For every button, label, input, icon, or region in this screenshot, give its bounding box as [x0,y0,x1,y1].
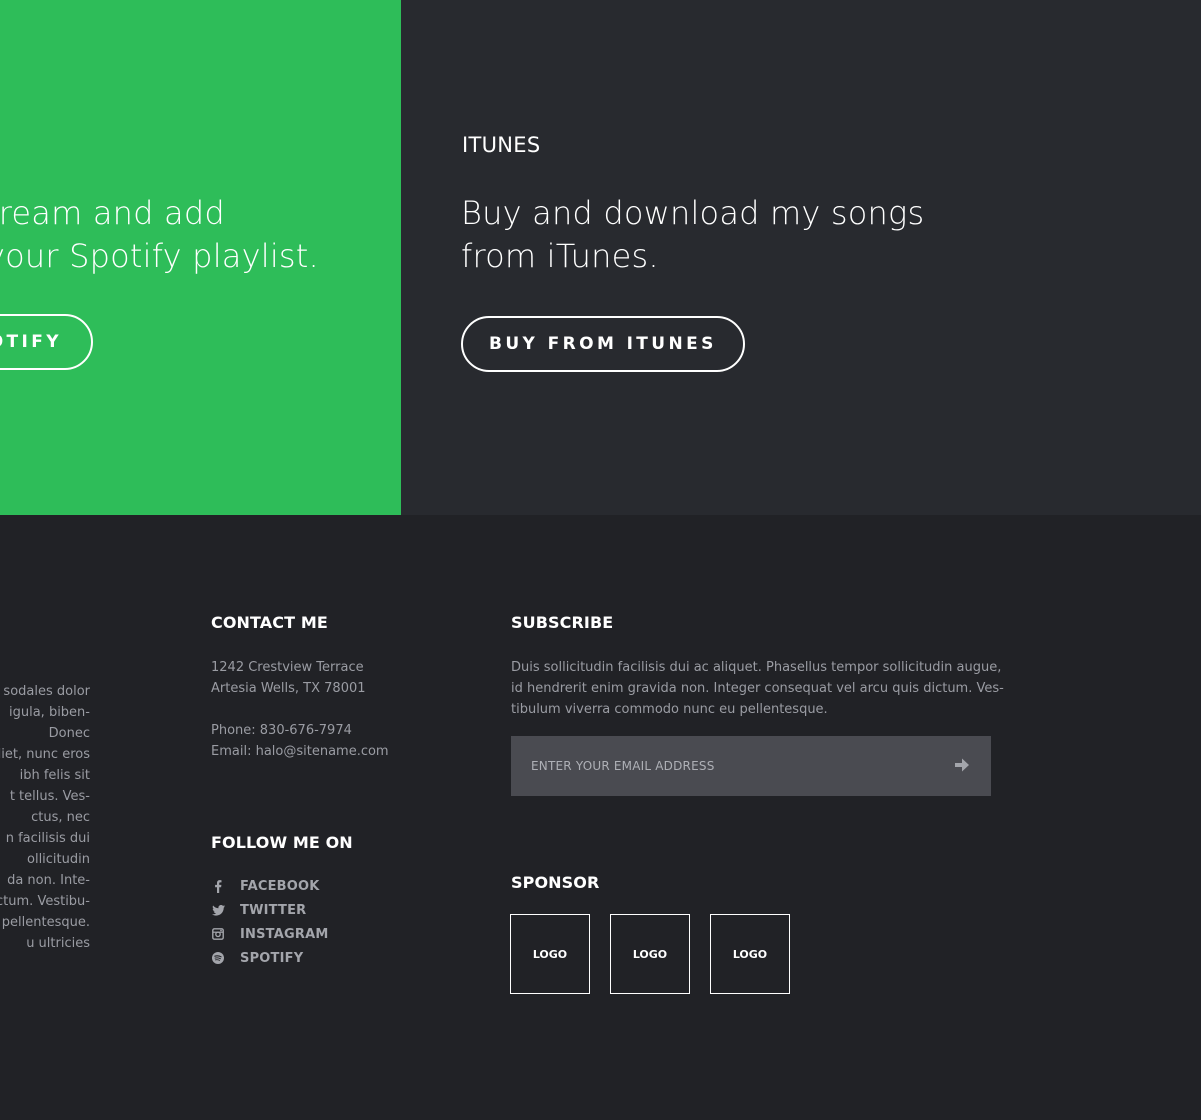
sponsor-logo[interactable]: LOGO [610,914,690,994]
itunes-heading: ITUNES [462,133,541,157]
itunes-description: Buy and download my songs from iTunes. [461,192,924,278]
subscribe-description-line: id hendrerit enim gravida non. Integer c… [511,681,1004,696]
about-line: sodales dolor [3,684,90,699]
itunes-panel: ITUNES Buy and download my songs from iT… [401,0,1201,515]
contact-address-line1: 1242 Crestview Terrace [211,660,364,675]
social-link-twitter[interactable]: TWITTER [211,898,306,922]
social-link-spotify[interactable]: SPOTIFY [211,946,303,970]
about-line: igula, biben- [9,705,90,720]
contact-email[interactable]: Email: halo@sitename.com [211,741,389,762]
subscribe-description-line: Duis sollicitudin facilisis dui ac aliqu… [511,660,1002,675]
instagram-icon [211,927,225,941]
sponsor-heading: SPONSOR [511,873,600,892]
spotify-panel: tream and add your Spotify playlist. OTI… [0,0,401,515]
spotify-description-line: your Spotify playlist. [0,237,319,275]
listen-on-spotify-button[interactable]: OTIFY [0,314,93,370]
about-line: pellentesque. [1,915,90,930]
about-line: diet, nunc eros [0,747,90,762]
email-input[interactable] [511,736,931,796]
spotify-description: tream and add your Spotify playlist. [0,192,319,278]
social-link-instagram[interactable]: INSTAGRAM [211,922,328,946]
social-link-facebook[interactable]: FACEBOOK [211,874,320,898]
about-line: n facilisis dui [5,831,90,846]
subscribe-form [511,736,991,796]
spotify-description-line: tream and add [0,194,225,232]
arrow-right-icon[interactable] [953,756,975,776]
twitter-icon [211,903,225,917]
about-line: ibh felis sit [19,768,90,783]
sponsor-logo[interactable]: LOGO [510,914,590,994]
about-line: ctus, nec [31,810,90,825]
social-label: INSTAGRAM [240,926,329,942]
buy-from-itunes-button[interactable]: BUY FROM ITUNES [461,316,745,372]
subscribe-heading: SUBSCRIBE [511,613,614,632]
sponsor-logo[interactable]: LOGO [710,914,790,994]
facebook-icon [211,879,225,893]
subscribe-description-line: tibulum viverra commodo nunc eu pellente… [511,702,828,717]
about-line: u ultricies [26,936,90,951]
footer: sodales dolor igula, biben- Donec diet, … [0,515,1201,1120]
music-platforms-section: tream and add your Spotify playlist. OTI… [0,0,1201,515]
about-text: sodales dolor igula, biben- Donec diet, … [0,681,90,954]
itunes-description-line: from iTunes. [461,237,659,275]
about-line: t tellus. Ves- [9,789,90,804]
subscribe-description: Duis sollicitudin facilisis dui ac aliqu… [511,657,1004,720]
about-line: ctum. Vestibu- [0,894,90,909]
itunes-description-line: Buy and download my songs [461,194,925,232]
about-line: ollicitudin [27,852,90,867]
contact-address-line2: Artesia Wells, TX 78001 [211,681,366,696]
social-label: SPOTIFY [240,950,304,966]
about-line: da non. Inte- [7,873,90,888]
follow-heading: FOLLOW ME ON [211,833,353,852]
social-label: TWITTER [240,902,307,918]
social-label: FACEBOOK [240,878,320,894]
contact-phone: Phone: 830-676-7974 [211,723,352,738]
about-line: Donec [48,726,90,741]
contact-heading: CONTACT ME [211,613,328,632]
spotify-icon [211,951,225,965]
page: tream and add your Spotify playlist. OTI… [0,0,1201,1120]
